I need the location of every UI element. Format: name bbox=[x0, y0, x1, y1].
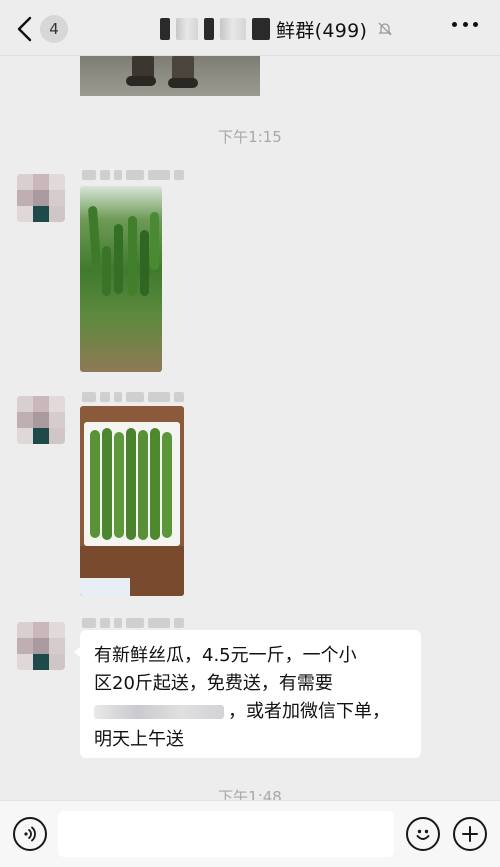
message-text-line: 明天上午送 bbox=[94, 729, 184, 750]
unread-count-badge[interactable]: 4 bbox=[40, 15, 68, 43]
voice-icon[interactable] bbox=[13, 817, 47, 851]
previous-photo-message[interactable] bbox=[80, 56, 260, 96]
redacted-title-part bbox=[176, 18, 198, 40]
chat-title-group[interactable]: 鲜群(499) bbox=[160, 14, 393, 44]
luffa-box-photo[interactable] bbox=[80, 406, 184, 596]
chat-header: 4 鲜群(499) bbox=[0, 0, 500, 56]
message-text-line: 有新鲜丝瓜，4.5元一斤，一个小 bbox=[94, 645, 357, 666]
sender-name-redacted bbox=[82, 618, 184, 630]
more-dots-icon[interactable] bbox=[452, 22, 478, 30]
bell-off-icon bbox=[378, 22, 392, 36]
message-text-line: ，或者加微信下单， bbox=[94, 698, 407, 726]
chat-messages[interactable]: 下午1:15 有新鲜丝瓜，4.5元一斤，一个小 区20斤起送，免费送，有需要 ，… bbox=[0, 56, 500, 800]
sender-name-redacted bbox=[82, 170, 184, 182]
redacted-title-part bbox=[160, 18, 170, 40]
plus-circle-icon[interactable] bbox=[453, 817, 487, 851]
emoji-icon[interactable] bbox=[406, 817, 440, 851]
message-input[interactable] bbox=[58, 811, 394, 857]
message-timestamp: 下午1:15 bbox=[218, 128, 282, 146]
redacted-contact bbox=[94, 705, 224, 719]
redacted-title-part bbox=[204, 18, 214, 40]
luffa-field-photo[interactable] bbox=[80, 186, 162, 372]
chat-title: 鲜群(499) bbox=[276, 19, 368, 42]
chevron-left-icon[interactable] bbox=[14, 16, 36, 42]
redacted-title-part bbox=[220, 18, 246, 40]
message-text-line: 区20斤起送，免费送，有需要 bbox=[94, 673, 333, 694]
input-bar bbox=[0, 800, 500, 867]
message-timestamp: 下午1:48 bbox=[218, 788, 282, 800]
text-message-bubble[interactable]: 有新鲜丝瓜，4.5元一斤，一个小 区20斤起送，免费送，有需要 ，或者加微信下单… bbox=[74, 630, 421, 758]
avatar[interactable] bbox=[17, 396, 65, 444]
redacted-title-part bbox=[252, 18, 270, 40]
sender-name-redacted bbox=[82, 392, 184, 404]
avatar[interactable] bbox=[17, 174, 65, 222]
avatar[interactable] bbox=[17, 622, 65, 670]
